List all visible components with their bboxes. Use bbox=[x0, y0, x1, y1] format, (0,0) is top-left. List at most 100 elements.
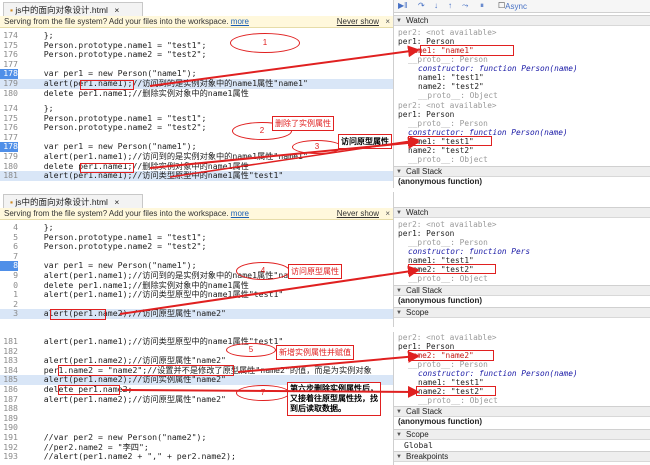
watch-proto-proto[interactable]: __proto__: Object bbox=[394, 155, 650, 164]
step-bubble-5: 5 bbox=[226, 343, 276, 357]
step-bubble-1: 1 bbox=[230, 33, 300, 53]
watch-proto-name2: name2: "test2" bbox=[408, 146, 474, 155]
debugger-sidebar: ▶‖ ↷ ↓ ↑ ⤳ ⏸ ☐ Async Watch per2: <not av… bbox=[393, 0, 650, 105]
deleted-note: 删除了实例属性 bbox=[272, 116, 334, 131]
code-text: Person.prototype.name2 = "test2"; bbox=[24, 241, 207, 252]
step-out-icon[interactable]: ↑ bbox=[448, 1, 452, 10]
call-stack-header[interactable]: Call Stack bbox=[394, 285, 650, 296]
source-editor: ▪ js中的面向对象设计.html × Serving from the fil… bbox=[0, 0, 393, 105]
highlight-box bbox=[408, 264, 496, 274]
debugger-toolbar: ▶‖ ↷ ↓ ↑ ⤳ ⏸ ☐ Async bbox=[394, 0, 650, 13]
watch-proto-proto[interactable]: __proto__: Object bbox=[394, 274, 650, 283]
scope-global[interactable]: Global bbox=[404, 441, 433, 450]
call-stack-header[interactable]: Call Stack bbox=[394, 166, 650, 177]
close-icon[interactable]: × bbox=[114, 197, 119, 207]
watch-proto[interactable]: __proto__: Person bbox=[394, 238, 650, 247]
debugger-sidebar: per2: <not available> per1: Person name2… bbox=[393, 332, 650, 465]
file-icon: ▪ bbox=[10, 197, 14, 207]
watch-header[interactable]: Watch bbox=[394, 207, 650, 218]
breakpoints-header[interactable]: Breakpoints bbox=[394, 451, 650, 462]
watch-proto[interactable]: __proto__: Person bbox=[394, 55, 650, 64]
pause-icon[interactable]: ▶‖ bbox=[398, 1, 407, 10]
screenshot-panel-1: ▪ js中的面向对象设计.html × Serving from the fil… bbox=[0, 0, 650, 105]
never-show-link[interactable]: Never show bbox=[337, 17, 379, 26]
file-tab-label: js中的面向对象设计.html bbox=[15, 5, 108, 15]
code-line: 181 alert(per1.name1);//访问类型原型中的name1属性"… bbox=[0, 171, 393, 181]
access-note: 访问原型属性 bbox=[288, 264, 342, 279]
step-over-icon[interactable]: ↷ bbox=[418, 1, 425, 10]
source-editor: 174 }; 175 Person.prototype.name1 = "test… bbox=[0, 100, 393, 188]
highlight-box bbox=[408, 350, 494, 361]
watch-proto-name1: name1: "test1" bbox=[418, 73, 484, 82]
source-editor: ▪ js中的面向对象设计.html × Serving from the fil… bbox=[0, 192, 393, 327]
watch-proto[interactable]: __proto__: Person bbox=[394, 360, 650, 369]
watch-per1[interactable]: per1: Person bbox=[394, 110, 650, 119]
close-icon[interactable]: × bbox=[385, 209, 390, 218]
new-property-note: 新增实例属性并赋值 bbox=[276, 345, 354, 360]
source-editor: 181 alert(per1.name1);//访问类型原型中的name1属性"… bbox=[0, 332, 393, 465]
highlight-box bbox=[58, 365, 234, 376]
line-number[interactable]: 180 bbox=[0, 88, 18, 99]
call-stack-frame[interactable]: (anonymous function) bbox=[398, 177, 482, 186]
call-stack-frame[interactable]: (anonymous function) bbox=[398, 296, 482, 305]
watch-per1[interactable]: per1: Person bbox=[394, 229, 650, 238]
code-line: 1 alert(per1.name1);//访问类型原型中的name1属性"te… bbox=[0, 290, 393, 300]
scope-header[interactable]: Scope bbox=[394, 429, 650, 440]
close-icon[interactable]: × bbox=[385, 17, 390, 26]
notice-text: Serving from the file system? Add your f… bbox=[4, 17, 229, 26]
watch-proto-proto[interactable]: __proto__: Object bbox=[394, 396, 650, 405]
line-number[interactable]: 193 bbox=[0, 452, 18, 462]
highlight-box bbox=[420, 45, 514, 56]
watch-proto-proto[interactable]: __proto__: Object bbox=[394, 91, 650, 100]
screenshot-panel-3: ▪ js中的面向对象设计.html × Serving from the fil… bbox=[0, 192, 650, 327]
watch-per2: per2: <not available> bbox=[398, 333, 497, 342]
watch-per2: per2: <not available> bbox=[398, 101, 497, 110]
code-text: Person.prototype.name2 = "test2"; bbox=[24, 122, 207, 133]
code-text: //alert(per1.name2 + "," + per2.name2); bbox=[24, 451, 236, 462]
file-tab[interactable]: ▪ js中的面向对象设计.html × bbox=[3, 194, 143, 208]
code-line: 176 Person.prototype.name2 = "test2"; bbox=[0, 123, 393, 133]
line-number[interactable]: 181 bbox=[0, 171, 18, 181]
call-stack-frame[interactable]: (anonymous function) bbox=[398, 417, 482, 426]
watch-constructor[interactable]: constructor: function Person(name) bbox=[394, 64, 650, 73]
access-note: 访问原型属性 bbox=[338, 134, 392, 149]
step-into-icon[interactable]: ↓ bbox=[434, 1, 438, 10]
step-bubble-7: 7 bbox=[236, 385, 290, 401]
workspace-notice: Serving from the file system? Add your f… bbox=[0, 16, 393, 28]
line-number[interactable]: 3 bbox=[0, 309, 18, 319]
watch-constructor[interactable]: constructor: function Person(name) bbox=[394, 369, 650, 378]
screenshot-panel-4: 181 alert(per1.name1);//访问类型原型中的name1属性"… bbox=[0, 332, 650, 465]
file-icon: ▪ bbox=[10, 5, 14, 15]
watch-constructor[interactable]: constructor: function Pers bbox=[394, 247, 650, 256]
step6-note: 第六步删除实例属性后，又接着往原型属性找，找到后读取数据。 bbox=[287, 382, 381, 416]
code-text: alert(per1.name2);//访问原型属性"name2" bbox=[24, 393, 226, 404]
more-link[interactable]: more bbox=[231, 209, 249, 218]
notice-text: Serving from the file system? Add your f… bbox=[4, 209, 229, 218]
code-line: 180 delete per1.name1;//删除实例对象中的name1属性 bbox=[0, 87, 393, 99]
never-show-link[interactable]: Never show bbox=[337, 209, 379, 218]
screenshot-panel-2: 174 }; 175 Person.prototype.name1 = "test… bbox=[0, 100, 650, 188]
highlight-box bbox=[58, 385, 120, 395]
highlight-box bbox=[80, 80, 134, 90]
watch-per2: per2: <not available> bbox=[398, 28, 497, 37]
deactivate-icon[interactable]: ⤳ bbox=[462, 1, 468, 11]
step-bubble-3: 3 bbox=[292, 140, 342, 154]
pause-exceptions-icon[interactable]: ⏸ bbox=[480, 1, 484, 11]
watch-proto-name2: name2: "test2" bbox=[418, 82, 484, 91]
code-text: alert(per1.name1);//访问类型原型中的name1属性"test… bbox=[24, 170, 284, 181]
code-text: delete per1.name1;//删除实例对象中的name1属性 bbox=[24, 87, 249, 98]
highlight-box bbox=[50, 309, 106, 320]
code-text: alert(per1.name1);//访问类型原型中的name1属性"test… bbox=[24, 289, 284, 300]
highlight-box bbox=[416, 386, 496, 396]
scope-header[interactable]: Scope bbox=[394, 307, 650, 318]
watch-header[interactable]: Watch bbox=[394, 15, 650, 26]
close-icon[interactable]: × bbox=[114, 5, 119, 15]
highlight-box bbox=[408, 136, 492, 146]
file-tab[interactable]: ▪ js中的面向对象设计.html × bbox=[3, 2, 143, 16]
watch-proto[interactable]: __proto__: Person bbox=[394, 119, 650, 128]
debugger-sidebar: Watch per2: <not available> per1: Person… bbox=[393, 192, 650, 327]
async-checkbox[interactable]: ☐ Async bbox=[498, 1, 527, 11]
call-stack-header[interactable]: Call Stack bbox=[394, 406, 650, 417]
step-bubble-4: 4 bbox=[236, 262, 290, 280]
more-link[interactable]: more bbox=[231, 17, 249, 26]
